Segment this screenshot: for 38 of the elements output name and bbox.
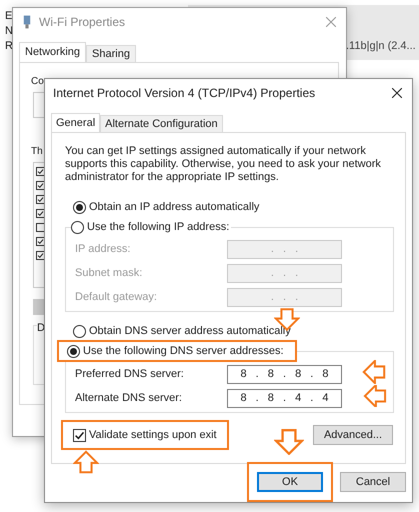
radio-button[interactable] (67, 344, 80, 358)
description-text: You can get IP settings assigned automatically if your network supports this capability. Otherwise, you need to ask your network administrator for the appropriate IP settings. (65, 145, 382, 184)
radio-label: Use the following IP address: (87, 220, 230, 235)
radio-button[interactable] (73, 200, 86, 214)
label-text: Th (31, 145, 43, 159)
checkbox[interactable] (73, 428, 86, 442)
label-text: N (5, 24, 13, 39)
label-text: E (5, 9, 12, 24)
checkbox-label: Validate settings upon exit (89, 428, 217, 443)
tab[interactable]: Sharing (86, 45, 136, 62)
field-label: IP address: (74, 242, 132, 257)
tab[interactable]: General (51, 113, 100, 132)
label-text: Co (31, 75, 44, 89)
ip-address-field[interactable]: 8 . 8 . 4 . 4 (227, 388, 342, 408)
field-label: Preferred DNS server: (74, 366, 185, 382)
tab[interactable]: Alternate Configuration (100, 115, 223, 132)
adapter-text: .11b|g|n (2.4... (346, 39, 416, 54)
ip-address-field[interactable]: 8 . 8 . 8 . 8 (227, 364, 342, 384)
close-icon[interactable] (392, 88, 402, 98)
advanced-button[interactable]: Advanced... (313, 425, 393, 445)
radio-button[interactable] (71, 220, 84, 234)
field-label: Default gateway: (74, 290, 158, 305)
label-text: R (5, 39, 13, 54)
radio-button[interactable] (73, 324, 86, 338)
field-label: Alternate DNS server: (74, 390, 183, 406)
dialog-button[interactable]: OK (257, 472, 323, 492)
arrow-icon (274, 429, 304, 455)
field-label: Subnet mask: (74, 266, 144, 281)
window-title: Wi-Fi Properties (39, 14, 126, 31)
arrow-icon (361, 360, 387, 384)
dialog-title: Internet Protocol Version 4 (TCP/IPv4) Properties (53, 84, 316, 102)
tab[interactable]: Networking (19, 42, 86, 62)
network-adapter-icon (23, 15, 31, 29)
radio-label: Obtain DNS server address automatically (89, 324, 291, 339)
arrow-icon (361, 385, 389, 407)
radio-label: Obtain an IP address automatically (89, 200, 260, 215)
radio-label: Use the following DNS server addresses: (83, 344, 284, 359)
dialog-button[interactable]: Cancel (340, 472, 406, 492)
